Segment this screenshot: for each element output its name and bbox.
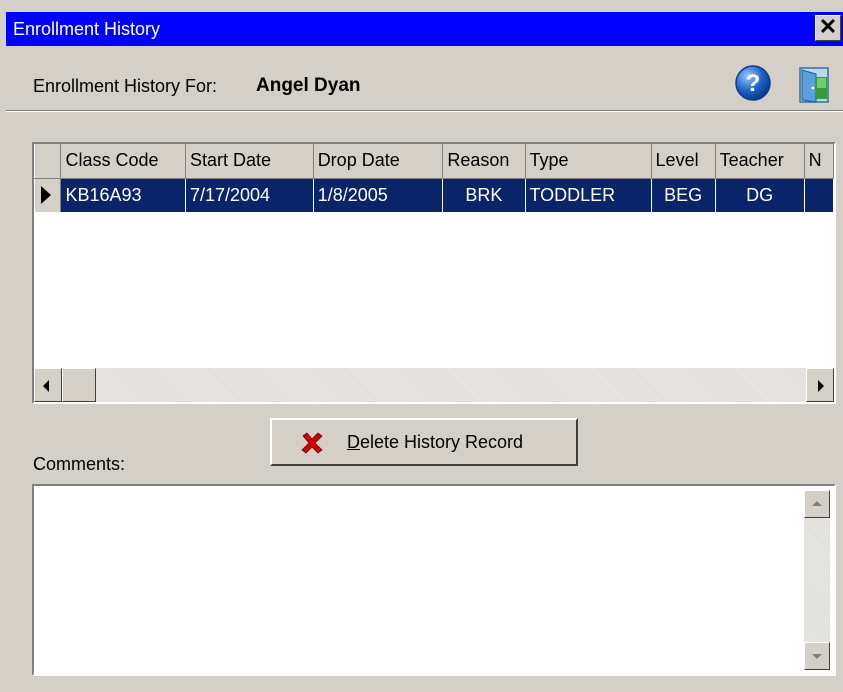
help-icon[interactable]: ? — [733, 63, 773, 103]
cell-type[interactable]: TODDLER — [525, 178, 652, 212]
cell-reason[interactable]: BRK — [442, 178, 526, 212]
red-x-icon — [301, 432, 323, 454]
header-separator — [6, 110, 843, 112]
cell-level[interactable]: BEG — [651, 178, 716, 212]
comments-textarea[interactable] — [32, 484, 836, 676]
row-indicator[interactable] — [34, 178, 62, 212]
close-icon: ✕ — [818, 14, 838, 39]
enrollment-history-grid[interactable]: Class Code Start Date Drop Date Reason T… — [32, 142, 836, 404]
scroll-right-button[interactable] — [806, 368, 834, 402]
arrow-up-icon — [812, 501, 822, 506]
row-pointer-icon — [40, 186, 51, 205]
grid-horizontal-scrollbar[interactable] — [34, 368, 834, 402]
scroll-left-button[interactable] — [34, 368, 62, 402]
column-header-class-code[interactable]: Class Code — [60, 144, 186, 179]
comments-label: Comments: — [33, 454, 126, 474]
cell-teacher[interactable]: DG — [715, 178, 805, 212]
arrow-down-icon — [812, 654, 822, 659]
enrollment-history-label: Enrollment History For: — [33, 76, 218, 96]
column-header-drop-date[interactable]: Drop Date — [312, 144, 444, 179]
cell-start-date[interactable]: 7/17/2004 — [185, 178, 314, 212]
scroll-track[interactable] — [96, 368, 806, 402]
cell-n[interactable] — [804, 178, 834, 212]
exit-door-icon[interactable] — [794, 64, 834, 104]
grid-header-row: Class Code Start Date Drop Date Reason T… — [34, 144, 834, 179]
cell-class-code[interactable]: KB16A93 — [60, 178, 186, 212]
column-header-teacher[interactable]: Teacher — [714, 144, 805, 179]
table-row[interactable]: KB16A93 7/17/2004 1/8/2005 BRK TODDLER B… — [34, 178, 834, 212]
scroll-up-button[interactable] — [804, 490, 830, 518]
cell-drop-date[interactable]: 1/8/2005 — [313, 178, 444, 212]
scroll-down-button[interactable] — [804, 642, 830, 670]
window-title: Enrollment History — [13, 19, 161, 39]
comments-vertical-scrollbar[interactable] — [804, 490, 830, 670]
delete-button-label: Delete History Record — [347, 432, 524, 452]
student-name: Angel Dyan — [256, 75, 361, 96]
arrow-right-icon — [818, 380, 824, 392]
column-header-reason[interactable]: Reason — [442, 144, 526, 179]
scroll-thumb[interactable] — [62, 368, 96, 402]
window-titlebar: Enrollment History ✕ — [6, 12, 843, 46]
column-header-type[interactable]: Type — [524, 144, 652, 179]
column-header-n[interactable]: N — [803, 144, 834, 179]
row-indicator-header — [34, 144, 62, 179]
arrow-left-icon — [43, 380, 49, 392]
delete-history-record-button[interactable]: Delete History Record — [270, 418, 578, 466]
column-header-start-date[interactable]: Start Date — [184, 144, 314, 179]
close-button[interactable]: ✕ — [815, 15, 841, 41]
column-header-level[interactable]: Level — [650, 144, 716, 179]
svg-text:?: ? — [746, 70, 761, 97]
